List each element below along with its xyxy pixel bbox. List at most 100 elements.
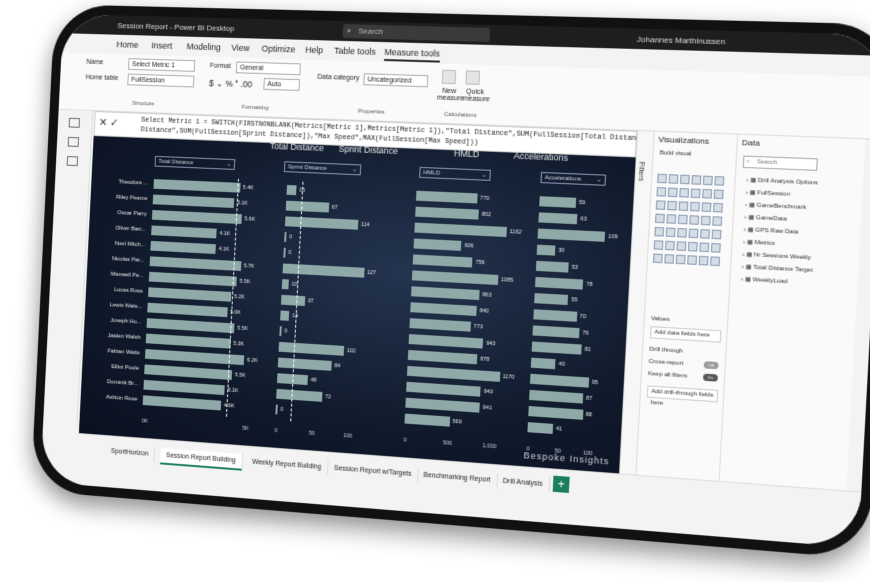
bar-chart4[interactable] — [535, 276, 584, 290]
slicer-metric-4[interactable]: Accelerations ⌄ — [540, 171, 607, 186]
bar-chart2[interactable] — [278, 341, 345, 356]
bar-chart1[interactable] — [150, 240, 217, 255]
tab-insert[interactable]: Insert — [151, 40, 172, 50]
visual-type-icon[interactable] — [667, 200, 677, 211]
visual-type-icon[interactable] — [677, 227, 687, 238]
home-table-select[interactable]: FullSession — [127, 73, 195, 88]
quick-measure-icon[interactable] — [465, 70, 481, 85]
bar-chart1[interactable] — [149, 256, 242, 271]
data-table-item[interactable]: › ▦ Total Distance Target — [741, 263, 812, 274]
bar-chart3[interactable] — [406, 365, 500, 382]
bar-chart4[interactable] — [536, 244, 556, 256]
visual-type-icon[interactable] — [676, 241, 687, 252]
bar-chart3[interactable] — [415, 206, 480, 220]
visual-type-icon[interactable] — [655, 213, 665, 224]
bar-chart4[interactable] — [532, 325, 580, 339]
visual-type-icon[interactable] — [665, 227, 676, 238]
tab-measure-tools[interactable]: Measure tools — [384, 47, 441, 63]
tab-optimize[interactable]: Optimize — [261, 44, 295, 55]
visual-type-icon[interactable] — [711, 229, 722, 240]
visual-type-icon[interactable] — [710, 242, 721, 253]
tab-modeling[interactable]: Modeling — [186, 41, 221, 52]
visual-type-icon[interactable] — [677, 214, 688, 225]
bar-chart3[interactable] — [404, 413, 450, 427]
visual-type-icon[interactable] — [664, 254, 675, 264]
user-name[interactable]: Johannes Marthinussen — [637, 35, 726, 47]
bar-chart3[interactable] — [412, 254, 473, 268]
format-select[interactable]: General — [235, 61, 301, 76]
bar-chart2[interactable] — [275, 404, 278, 415]
tab-home[interactable]: Home — [116, 40, 139, 50]
visual-type-icon[interactable] — [691, 175, 702, 185]
decimal-places-field[interactable]: Auto — [263, 77, 301, 91]
data-search-input[interactable]: ⌕ Search — [742, 155, 818, 171]
data-table-item[interactable]: › ▦ FullSession — [745, 189, 790, 198]
visual-type-icon[interactable] — [655, 200, 666, 210]
page-tab[interactable]: Drill Analysis — [496, 473, 551, 493]
bar-chart3[interactable] — [415, 190, 478, 204]
visual-type-icon[interactable] — [679, 174, 690, 185]
bar-chart2[interactable] — [284, 232, 287, 242]
visual-type-icon[interactable] — [665, 240, 675, 251]
data-table-item[interactable]: › ▦ Nr Sessions Weekly — [742, 251, 811, 262]
currency-percent-icons[interactable]: $ ⌄ % ❜ .00 — [209, 78, 253, 90]
bar-chart2[interactable] — [286, 184, 297, 196]
bar-chart3[interactable] — [414, 222, 507, 238]
bar-chart1[interactable] — [146, 318, 235, 334]
data-table-item[interactable]: › ▦ GameBenchmark — [745, 201, 807, 211]
cross-report-toggle[interactable]: Off — [703, 361, 719, 370]
slicer-metric-3[interactable]: HMLD ⌄ — [419, 166, 491, 181]
visual-type-icon[interactable] — [679, 187, 690, 198]
bar-chart2[interactable] — [281, 279, 289, 290]
visual-type-icon[interactable] — [702, 188, 713, 199]
bar-chart2[interactable] — [282, 263, 365, 278]
tab-table-tools[interactable]: Table tools — [334, 46, 376, 57]
bar-chart2[interactable] — [280, 310, 290, 321]
visual-type-icon[interactable] — [698, 255, 709, 266]
new-measure-icon[interactable] — [441, 69, 457, 85]
visual-type-icon[interactable] — [687, 255, 698, 265]
add-page-button[interactable]: + — [552, 475, 570, 494]
bar-chart2[interactable] — [283, 247, 286, 258]
data-table-item[interactable]: › ▦ Metrics — [743, 238, 776, 247]
bar-chart2[interactable] — [279, 326, 282, 337]
bar-chart1[interactable] — [144, 364, 233, 380]
bar-chart1[interactable] — [147, 302, 228, 318]
visual-type-icon[interactable] — [667, 187, 678, 198]
visual-type-icon[interactable] — [712, 202, 723, 213]
visual-type-icon[interactable] — [690, 201, 700, 212]
bar-chart4[interactable] — [538, 212, 578, 225]
cancel-commit-icons[interactable]: ✕ ✓ — [99, 116, 119, 129]
bar-chart4[interactable] — [527, 422, 554, 434]
visual-type-icon[interactable] — [656, 187, 667, 197]
bar-chart4[interactable] — [529, 373, 590, 388]
bar-chart3[interactable] — [411, 286, 480, 301]
bar-chart3[interactable] — [405, 397, 481, 413]
bar-chart4[interactable] — [537, 228, 606, 242]
visual-type-icon[interactable] — [714, 176, 725, 186]
bar-chart4[interactable] — [530, 357, 556, 370]
search-box[interactable]: ⌕ Search — [342, 24, 491, 42]
bar-chart2[interactable] — [280, 294, 305, 307]
bar-chart1[interactable] — [152, 194, 235, 209]
tab-view[interactable]: View — [231, 43, 250, 53]
page-tab[interactable]: Benchmarking Report — [417, 467, 498, 489]
visual-type-icon[interactable] — [657, 173, 667, 184]
bar-chart3[interactable] — [407, 349, 478, 365]
visual-type-icon[interactable] — [712, 216, 723, 226]
bar-chart3[interactable] — [408, 334, 484, 349]
visual-type-icon[interactable] — [666, 214, 677, 224]
bar-chart1[interactable] — [153, 179, 241, 193]
visual-type-icon[interactable] — [702, 175, 713, 186]
visual-type-icon[interactable] — [688, 228, 699, 239]
bar-chart1[interactable] — [143, 379, 226, 396]
page-tab[interactable]: Session Report Building — [160, 447, 243, 471]
bar-chart1[interactable] — [142, 395, 222, 411]
slicer-metric-1[interactable]: Total Distance ⌄ — [154, 155, 236, 170]
bar-chart1[interactable] — [151, 210, 242, 225]
name-field[interactable]: Select Metric 1 — [128, 58, 196, 72]
visual-type-icon[interactable] — [668, 174, 679, 184]
page-tab[interactable]: Session Report w/Targets — [327, 460, 419, 483]
bar-chart2[interactable] — [285, 200, 329, 213]
bar-chart4[interactable] — [528, 406, 583, 420]
